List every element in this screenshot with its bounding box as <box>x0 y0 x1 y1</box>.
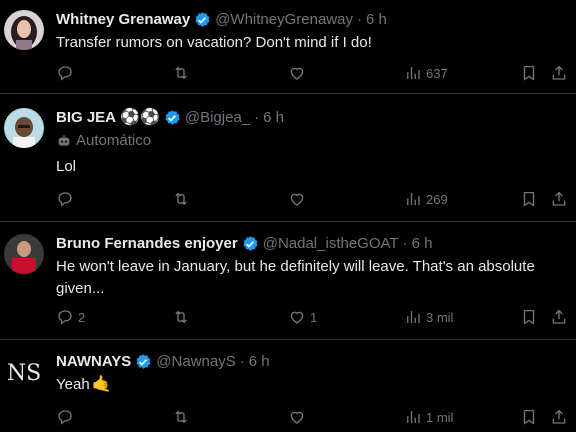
reply-button[interactable] <box>56 408 78 426</box>
views-button[interactable]: 3 mil <box>404 308 453 326</box>
timestamp[interactable]: 6 h <box>249 352 270 372</box>
tweet-4[interactable]: NS NAWNAYS @NawnayS · 6 h Yeah 🤙 1 mil <box>0 340 576 432</box>
retweet-icon <box>175 310 187 324</box>
retweet-button[interactable] <box>172 64 190 82</box>
avatar[interactable]: NS <box>4 352 44 392</box>
reply-count: 2 <box>78 309 86 325</box>
tweet-text: Transfer rumors on vacation? Don't mind … <box>56 34 372 51</box>
bookmark-icon <box>523 191 535 207</box>
author-handle[interactable]: @Bigjea_ <box>185 108 250 128</box>
reply-button[interactable] <box>56 190 78 208</box>
author-handle[interactable]: @NawnayS <box>156 352 235 372</box>
reply-icon <box>58 192 72 207</box>
verified-badge-icon <box>195 12 210 27</box>
heart-icon <box>290 67 304 80</box>
author-name[interactable]: Bruno Fernandes enjoyer <box>56 234 238 254</box>
views-button[interactable]: 1 mil <box>404 408 453 426</box>
verified-badge-icon <box>165 110 180 125</box>
action-bar: 637 <box>56 64 566 84</box>
timestamp[interactable]: 6 h <box>263 108 284 128</box>
like-button[interactable] <box>288 190 310 208</box>
tweet-text-container: Yeah 🤙 <box>56 374 556 396</box>
share-button[interactable] <box>550 308 568 326</box>
views-count: 637 <box>426 65 448 81</box>
robot-icon <box>58 134 70 146</box>
views-button[interactable]: 637 <box>404 64 448 82</box>
timestamp[interactable]: 6 h <box>366 10 387 30</box>
tweet-2[interactable]: BIG JEA ⚽⚽ @Bigjea_ · 6 h Automático Lol… <box>0 94 576 222</box>
separator: · <box>239 353 245 370</box>
views-count: 1 mil <box>426 409 454 425</box>
author-name[interactable]: Whitney Grenaway <box>56 10 190 30</box>
like-button[interactable] <box>288 408 310 426</box>
retweet-button[interactable] <box>172 308 190 326</box>
retweet-icon <box>175 192 187 206</box>
bookmark-button[interactable] <box>520 408 538 426</box>
share-icon <box>552 409 566 424</box>
reply-icon <box>58 66 72 81</box>
tweet-text: Lol <box>56 158 77 175</box>
bookmark-icon <box>523 309 535 325</box>
name-emojis: ⚽⚽ <box>120 109 160 126</box>
reply-button[interactable] <box>56 64 78 82</box>
automated-text: Automático <box>76 132 152 149</box>
share-icon <box>552 309 566 324</box>
tweet-3[interactable]: Bruno Fernandes enjoyer @Nadal_istheGOAT… <box>0 222 576 340</box>
views-icon <box>407 67 420 79</box>
retweet-button[interactable] <box>172 190 190 208</box>
action-bar: 1 mil <box>56 408 566 428</box>
views-count: 3 mil <box>426 309 454 325</box>
like-button[interactable] <box>288 64 310 82</box>
timestamp[interactable]: 6 h <box>412 234 433 254</box>
share-button[interactable] <box>550 408 568 426</box>
share-button[interactable] <box>550 64 568 82</box>
avatar[interactable] <box>4 234 44 274</box>
like-count: 1 <box>310 309 318 325</box>
retweet-icon <box>175 66 187 80</box>
heart-icon <box>290 193 304 206</box>
separator: · <box>356 11 362 28</box>
action-bar: 2 1 3 mil <box>56 308 566 328</box>
separator: · <box>254 109 260 126</box>
bookmark-icon <box>523 409 535 425</box>
heart-icon <box>290 311 304 324</box>
author-name[interactable]: NAWNAYS <box>56 352 131 372</box>
views-count: 269 <box>426 191 448 207</box>
avatar[interactable] <box>4 108 44 148</box>
bookmark-icon <box>523 65 535 81</box>
views-icon <box>407 193 420 205</box>
share-icon <box>552 191 566 206</box>
bookmark-button[interactable] <box>520 308 538 326</box>
share-icon <box>552 65 566 80</box>
author-handle[interactable]: @Nadal_istheGOAT <box>263 234 399 254</box>
retweet-icon <box>175 410 187 424</box>
reply-button[interactable]: 2 <box>56 308 85 326</box>
action-bar: 269 <box>56 190 566 210</box>
views-icon <box>407 411 420 423</box>
heart-icon <box>290 411 304 424</box>
share-button[interactable] <box>550 190 568 208</box>
views-button[interactable]: 269 <box>404 190 448 208</box>
verified-badge-icon <box>136 354 151 369</box>
verified-badge-icon <box>243 236 258 251</box>
author-handle[interactable]: @WhitneyGrenaway <box>215 10 353 30</box>
reply-icon <box>58 410 72 425</box>
tweet-emoji: 🤙 <box>91 376 112 393</box>
tweet-1[interactable]: Whitney Grenaway @WhitneyGrenaway · 6 h … <box>0 0 576 94</box>
svg-text:NS: NS <box>7 361 41 386</box>
automated-label: Automático <box>56 132 151 149</box>
views-icon <box>407 311 420 323</box>
tweet-text: He won't leave in January, but he defini… <box>56 258 535 297</box>
tweet-text: Yeah <box>56 376 90 393</box>
bookmark-button[interactable] <box>520 64 538 82</box>
bookmark-button[interactable] <box>520 190 538 208</box>
avatar[interactable] <box>4 10 44 50</box>
author-name[interactable]: BIG JEA <box>56 108 116 128</box>
reply-icon <box>58 310 72 325</box>
separator: · <box>402 235 408 252</box>
retweet-button[interactable] <box>172 408 190 426</box>
like-button[interactable]: 1 <box>288 308 317 326</box>
